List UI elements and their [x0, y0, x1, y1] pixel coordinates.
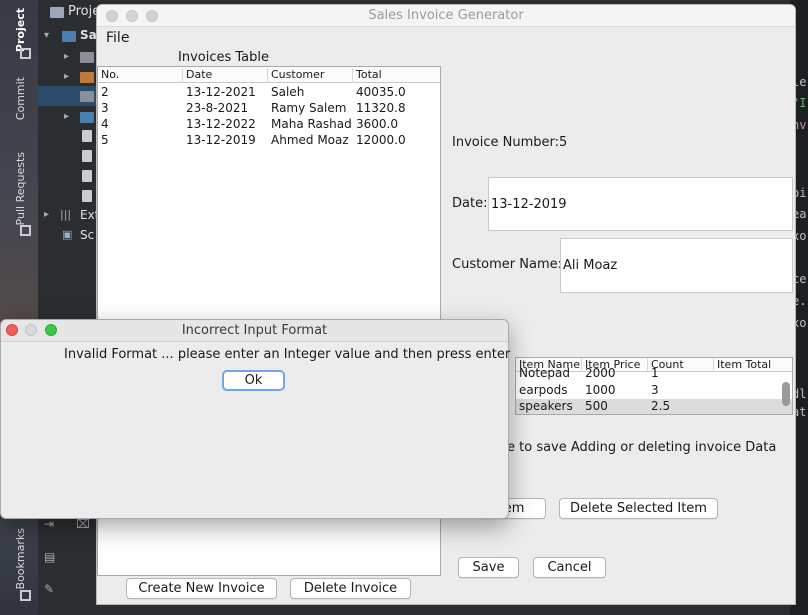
column-header-no[interactable]: No.: [98, 68, 183, 83]
cell-no: 4: [101, 117, 109, 131]
cell-item-name: Notepad: [519, 366, 570, 380]
ok-button[interactable]: Ok: [222, 370, 285, 391]
file-icon: [82, 190, 92, 202]
project-icon: [20, 48, 31, 59]
menubar: File: [97, 27, 795, 49]
cell-date: 23-8-2021: [186, 101, 249, 115]
chevron-right-icon[interactable]: ▸: [64, 71, 69, 82]
cell-customer: Maha Rashad: [271, 117, 352, 131]
folder-icon: [80, 91, 94, 102]
table-row[interactable]: speakers 500 2.5: [516, 399, 792, 414]
cell-item-name: speakers: [519, 399, 573, 413]
date-label: Date:: [452, 196, 488, 211]
cell-total: 12000.0: [356, 133, 406, 147]
table-header: No. Date Customer Total: [98, 67, 440, 83]
invoices-table-caption: Invoices Table: [178, 50, 269, 65]
table-row[interactable]: earpods 1000 3: [516, 383, 792, 399]
project-folder-icon: [50, 7, 64, 18]
customer-name-field[interactable]: Ali Moaz: [560, 238, 793, 293]
tree-scratches-label[interactable]: Sc: [80, 228, 94, 242]
save-hint-label: e to save Adding or deleting invoice Dat…: [507, 440, 777, 455]
file-icon: [82, 130, 92, 142]
window-title: Sales Invoice Generator: [368, 8, 524, 23]
cell-customer: Ahmed Moaz: [271, 133, 349, 147]
cell-item-price: 1000: [585, 383, 616, 397]
table-row[interactable]: Notepad 2000 1: [516, 366, 792, 382]
cell-no: 2: [101, 85, 109, 99]
cell-item-price: 2000: [585, 366, 616, 380]
cell-total: 3600.0: [356, 117, 398, 131]
chevron-right-icon[interactable]: ▸: [64, 111, 69, 122]
file-icon: [82, 150, 92, 162]
tree-root-label[interactable]: Sa: [80, 28, 97, 42]
date-field[interactable]: 13-12-2019: [488, 177, 793, 231]
layout-icon[interactable]: ▤: [44, 550, 55, 564]
delete-selected-item-button[interactable]: Delete Selected Item: [559, 498, 718, 519]
folder-icon: [80, 52, 94, 63]
chevron-right-icon[interactable]: ▸: [64, 51, 69, 62]
cell-customer: Saleh: [271, 85, 305, 99]
dialog-titlebar: Incorrect Input Format: [1, 320, 508, 342]
cell-item-price: 500: [585, 399, 608, 413]
cell-date: 13-12-2021: [186, 85, 256, 99]
table-row[interactable]: 2 13-12-2021 Saleh 40035.0: [98, 84, 440, 100]
folder-icon: [80, 112, 94, 123]
customer-name-label: Customer Name:: [452, 257, 563, 272]
cell-customer: Ramy Salem: [271, 101, 347, 115]
tool-tab-pull-requests[interactable]: Pull Requests: [14, 152, 30, 225]
scratches-icon: ▣: [62, 228, 73, 241]
ide-project-panel: Proje ▾ Sa ▸ ▸ ▸ ▸ ||| Ext ▣ Sc ⇥ ▤ ✎ ⌧: [38, 0, 100, 615]
items-scrollbar[interactable]: [782, 382, 790, 406]
cell-total: 11320.8: [356, 101, 406, 115]
cell-count: 1: [651, 366, 659, 380]
cell-no: 5: [101, 133, 109, 147]
invoice-number-label: Invoice Number:5: [452, 135, 568, 150]
save-button[interactable]: Save: [458, 557, 519, 578]
library-icon: |||: [60, 208, 72, 221]
menu-file[interactable]: File: [106, 30, 129, 46]
pull-request-icon: [20, 225, 31, 236]
pin-icon[interactable]: ✎: [44, 582, 54, 596]
dialog-title: Incorrect Input Format: [181, 323, 328, 338]
main-titlebar: Sales Invoice Generator: [97, 5, 795, 27]
create-invoice-button[interactable]: Create New Invoice: [126, 578, 277, 599]
delete-invoice-button[interactable]: Delete Invoice: [290, 578, 411, 599]
folder-icon: [80, 72, 94, 83]
invoice-items-table[interactable]: Item Name Item Price Count Item Total No…: [515, 357, 793, 415]
file-icon: [82, 170, 92, 182]
chevron-down-icon[interactable]: ▾: [44, 30, 49, 41]
cell-no: 3: [101, 101, 109, 115]
column-header-customer[interactable]: Customer: [268, 68, 353, 83]
tool-tab-project[interactable]: Project: [14, 8, 30, 52]
cell-date: 13-12-2019: [186, 133, 256, 147]
cell-item-name: earpods: [519, 383, 568, 397]
chevron-right-icon[interactable]: ▸: [44, 209, 49, 220]
dialog-message: Invalid Format ... please enter an Integ…: [64, 347, 511, 362]
column-header-date[interactable]: Date: [183, 68, 268, 83]
tool-tab-bookmarks[interactable]: Bookmarks: [14, 528, 30, 589]
bookmark-icon: [20, 590, 31, 601]
folder-icon: [62, 31, 76, 42]
table-row[interactable]: 4 13-12-2022 Maha Rashad 3600.0: [98, 116, 440, 132]
cell-date: 13-12-2022: [186, 117, 256, 131]
cell-count: 3: [651, 383, 659, 397]
table-row[interactable]: 5 13-12-2019 Ahmed Moaz 12000.0: [98, 132, 440, 148]
error-dialog: Incorrect Input Format Invalid Format ..…: [0, 319, 511, 519]
tool-tab-commit[interactable]: Commit: [14, 77, 30, 120]
exit-icon[interactable]: ⇥: [44, 517, 54, 531]
cell-count: 2.5: [651, 399, 671, 413]
trash-icon[interactable]: ⌧: [76, 517, 90, 531]
cancel-button[interactable]: Cancel: [533, 557, 606, 578]
cell-total: 40035.0: [356, 85, 406, 99]
column-header-total[interactable]: Total: [353, 68, 441, 83]
table-row[interactable]: 3 23-8-2021 Ramy Salem 11320.8: [98, 100, 440, 116]
